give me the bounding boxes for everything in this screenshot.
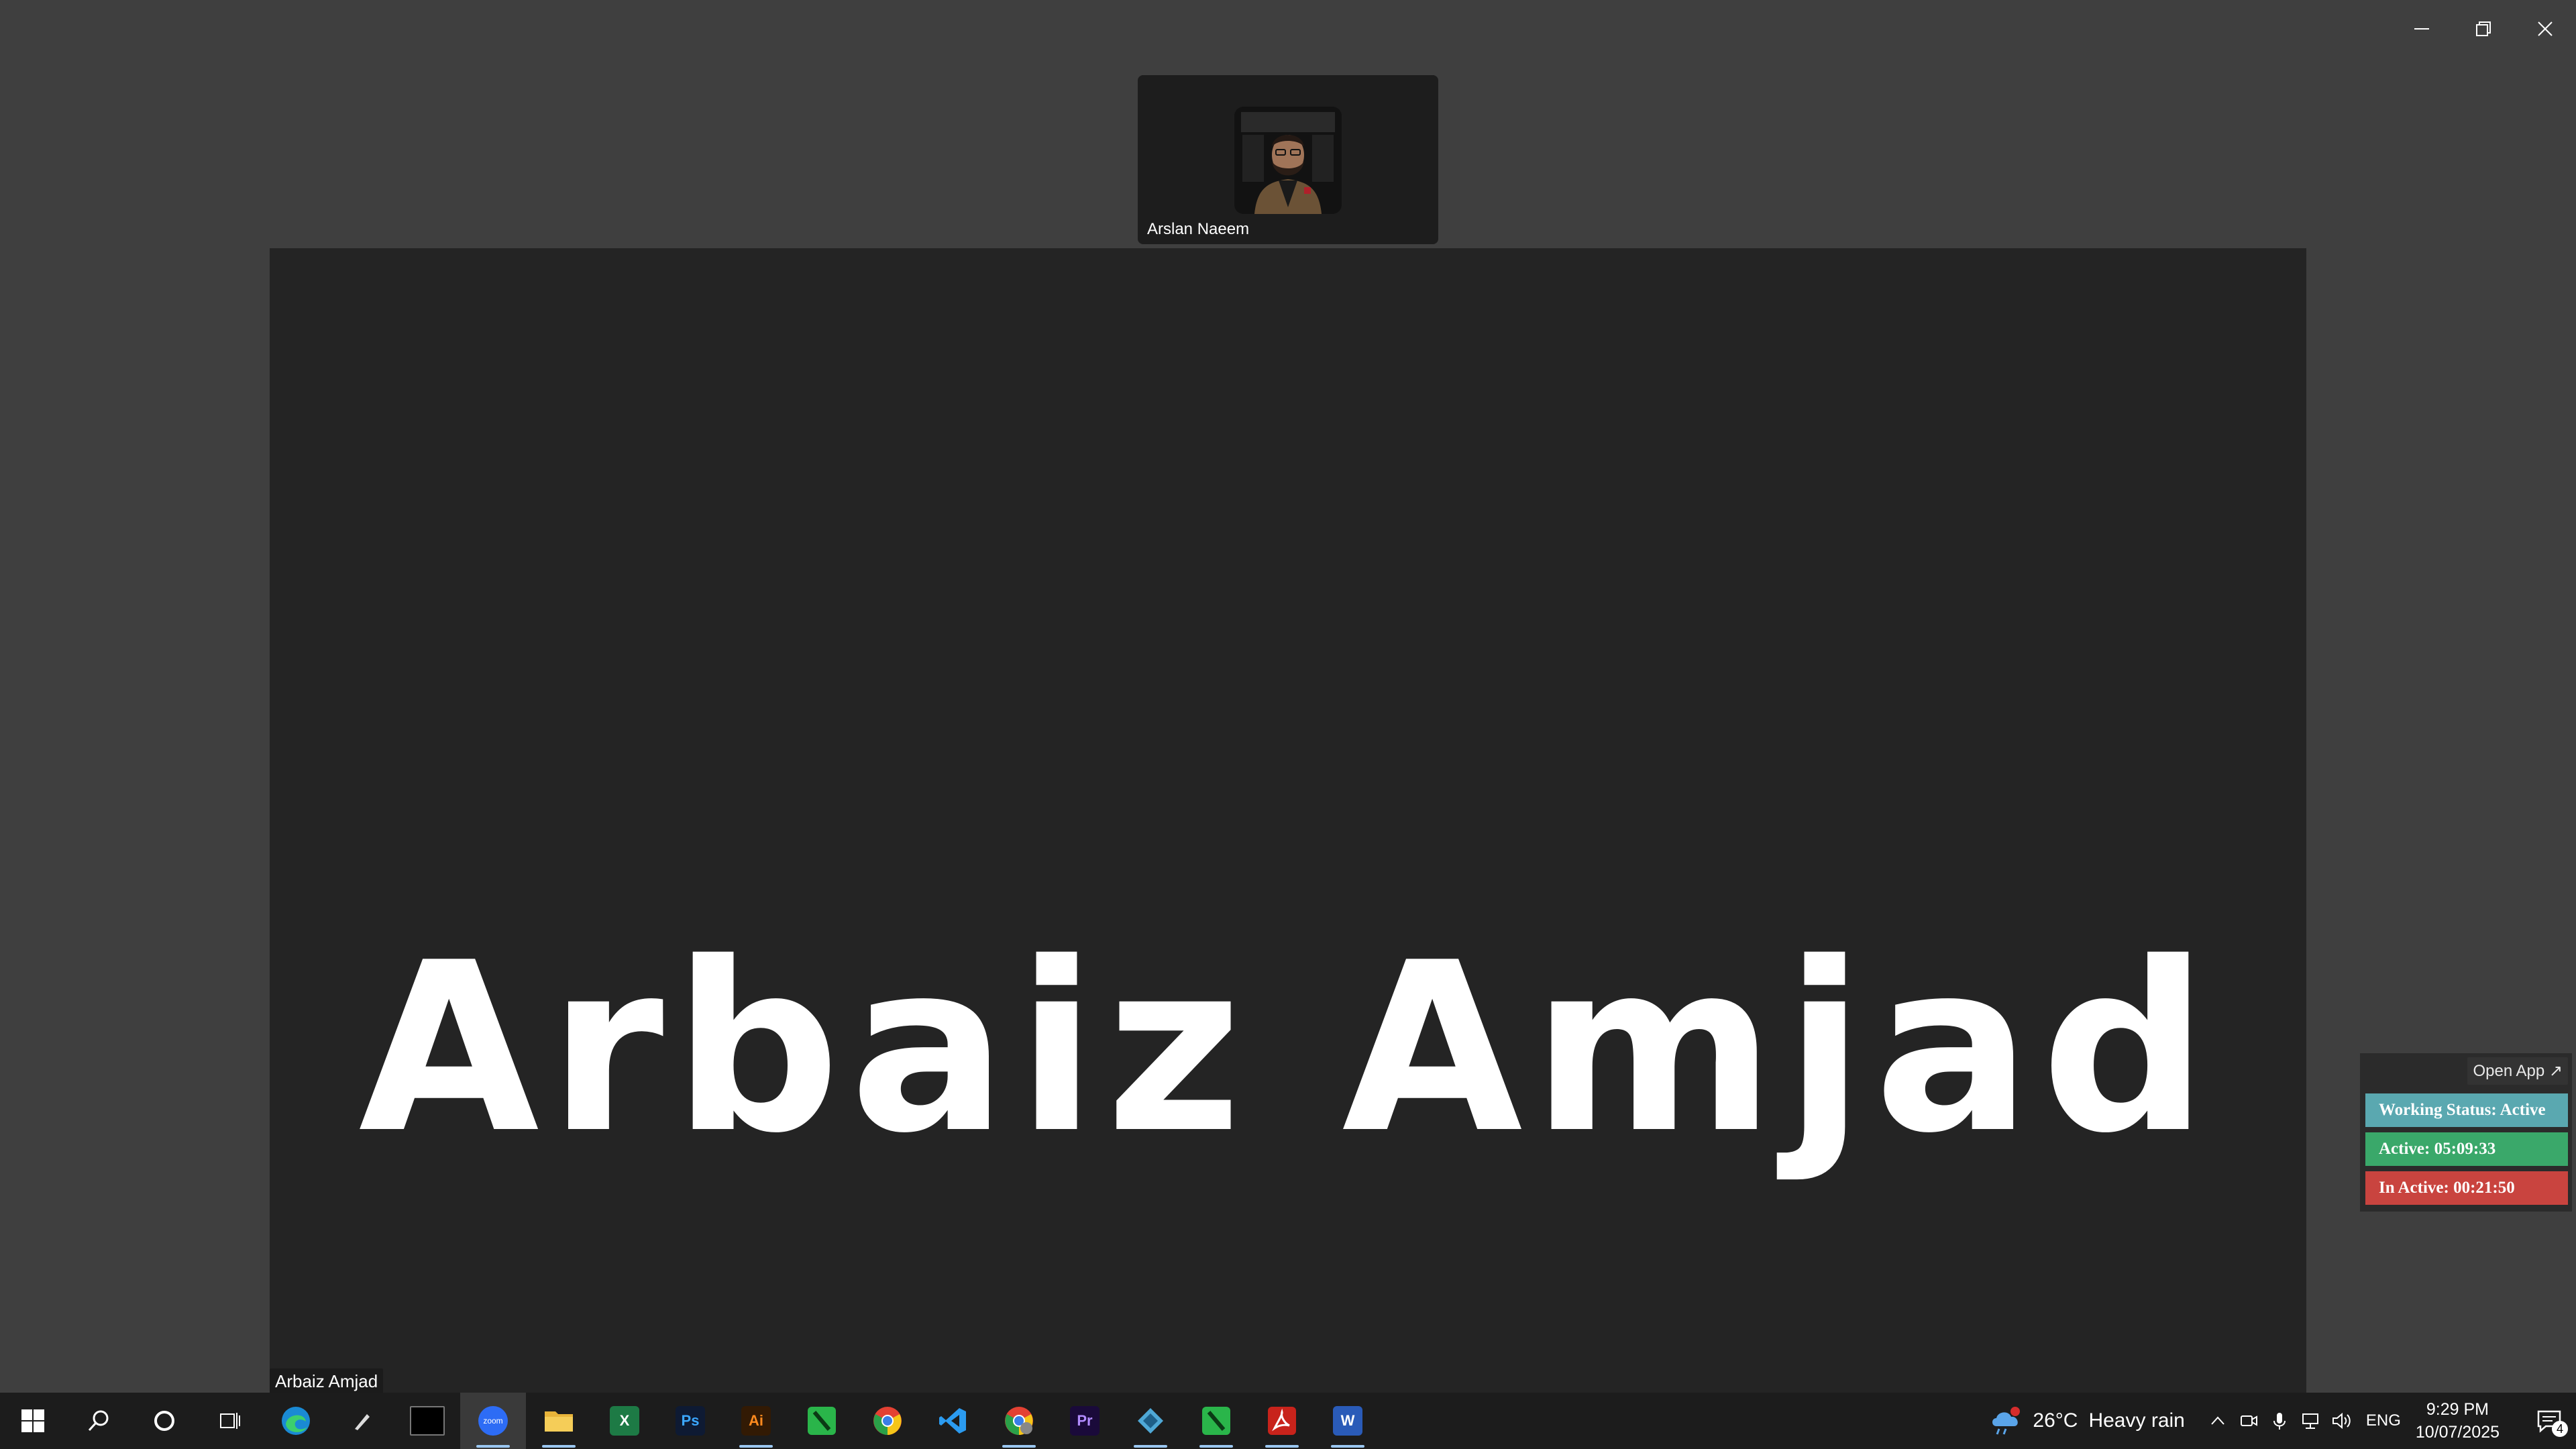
folder-icon [545,1411,573,1432]
weather-condition: Heavy rain [2088,1409,2185,1432]
microphone-icon [2273,1413,2286,1430]
restore-icon [2476,21,2491,36]
time-tracker-widget: Open App ↗ Working Status: Active Active… [2360,1053,2572,1212]
restore-button[interactable] [2453,0,2514,58]
excel-icon: X [610,1406,639,1436]
taskbar: zoom X Ps Ai Pr W 26°C Heavy rain ENG 9:… [0,1393,2576,1449]
premiere-icon: Pr [1070,1406,1099,1436]
running-indicator [1134,1445,1167,1448]
chevron-up-icon [2211,1416,2224,1425]
photoshop-icon: Ps [676,1406,705,1436]
edge-icon [282,1407,310,1435]
inactive-time: In Active: 00:21:50 [2365,1171,2568,1205]
taskbar-app-edge[interactable] [263,1393,329,1449]
pen-tool-icon [355,1414,370,1430]
illustrator-icon: Ai [741,1406,771,1436]
taskbar-app-premiere[interactable]: Pr [1052,1393,1118,1449]
active-speaker-tile[interactable]: Arbaiz Amjad [270,248,2306,1397]
participant-avatar [1234,107,1342,214]
taskbar-app-chrome-profile[interactable] [986,1393,1052,1449]
green-app-2-icon [1202,1407,1230,1435]
running-indicator [1199,1445,1233,1448]
zoom-icon: zoom [478,1406,508,1436]
running-indicator [1331,1445,1364,1448]
search-icon [88,1410,109,1432]
cortana-button[interactable] [131,1393,197,1449]
taskbar-app-green[interactable] [789,1393,855,1449]
language-indicator[interactable]: ENG [2366,1411,2401,1430]
start-button[interactable] [0,1393,66,1449]
taskbar-app-zoom[interactable]: zoom [460,1393,526,1449]
minimize-button[interactable] [2391,0,2453,58]
network-button[interactable] [2295,1411,2326,1430]
taskbar-app-chrome[interactable] [855,1393,920,1449]
taskbar-app-file-explorer[interactable] [526,1393,592,1449]
taskbar-app-illustrator[interactable]: Ai [723,1393,789,1449]
taskbar-app-excel[interactable]: X [592,1393,657,1449]
network-icon [2302,1413,2318,1429]
volume-button[interactable] [2326,1411,2357,1430]
cortana-icon [154,1411,174,1431]
notification-center-button[interactable]: 4 [2522,1393,2576,1449]
word-icon: W [1333,1406,1362,1436]
task-view-icon [220,1413,240,1429]
chrome-profile-icon [1005,1407,1033,1435]
green-app-icon [808,1407,836,1435]
running-indicator [739,1445,773,1448]
acrobat-icon [1268,1407,1296,1435]
running-indicator [1002,1445,1036,1448]
system-tray: 26°C Heavy rain ENG 9:29 PM 10/07/2025 4 [1990,1393,2576,1449]
taskbar-app-diamond[interactable] [1118,1393,1183,1449]
chrome-icon [873,1407,902,1435]
microphone-button[interactable] [2264,1411,2295,1430]
weather-cloud-rain-icon [1992,1407,2021,1435]
task-view-button[interactable] [197,1393,263,1449]
weather-temperature: 26°C [2033,1409,2078,1432]
running-indicator [476,1445,510,1448]
weather-widget[interactable]: 26°C Heavy rain [1990,1406,2185,1436]
taskbar-app-terminal[interactable] [394,1393,460,1449]
taskbar-app-photoshop[interactable]: Ps [657,1393,723,1449]
taskbar-app-green-2[interactable] [1183,1393,1249,1449]
running-indicator [542,1445,576,1448]
vscode-icon [939,1408,966,1434]
speaker-display-name: Arbaiz Amjad [358,913,2218,1185]
close-button[interactable] [2514,0,2576,58]
camera-icon [2240,1415,2257,1426]
minimize-icon [2414,28,2429,30]
clock[interactable]: 9:29 PM 10/07/2025 [2416,1398,2500,1444]
search-button[interactable] [66,1393,131,1449]
clock-date: 10/07/2025 [2415,1423,2500,1442]
meet-now-button[interactable] [2233,1411,2264,1430]
window-controls [2391,0,2576,58]
taskbar-app-vscode[interactable] [920,1393,986,1449]
open-app-button[interactable]: Open App ↗ [2467,1057,2568,1085]
terminal-icon [410,1406,445,1436]
notification-badge: 4 [2552,1421,2568,1437]
speaker-icon [2332,1412,2351,1430]
taskbar-app-word[interactable]: W [1315,1393,1381,1449]
taskbar-app-acrobat[interactable] [1249,1393,1315,1449]
running-indicator [1265,1445,1299,1448]
participant-name: Arslan Naeem [1147,220,1250,238]
speaker-name-label: Arbaiz Amjad [270,1368,384,1395]
clock-time: 9:29 PM [2426,1400,2489,1419]
participant-thumbnail[interactable]: Arslan Naeem [1138,75,1438,244]
active-time: Active: 05:09:33 [2365,1132,2568,1166]
show-hidden-icons-button[interactable] [2202,1412,2233,1430]
working-status: Working Status: Active [2365,1093,2568,1127]
windows-icon [21,1409,44,1432]
close-icon [2538,21,2553,36]
diamond-app-icon [1138,1408,1163,1434]
taskbar-app-pen[interactable] [329,1393,394,1449]
